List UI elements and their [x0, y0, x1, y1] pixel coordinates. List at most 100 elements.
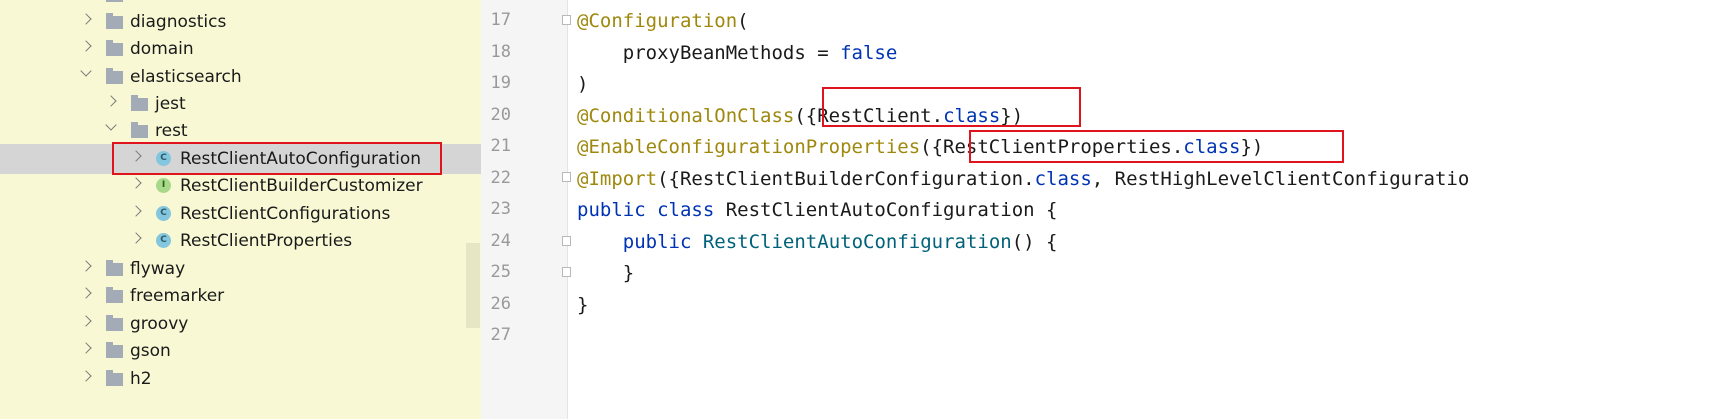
code-token: @ConditionalOnClass	[577, 105, 795, 127]
line-number-gutter: 17 18 19 20 21 22 23 24 25 26 27	[481, 0, 568, 419]
tree-item-label: groovy	[130, 314, 189, 334]
tree-item-label: h2	[130, 369, 152, 389]
tree-item-restclientproperties[interactable]: C RestClientProperties	[0, 226, 481, 256]
line-number: 24	[490, 231, 511, 251]
tree-item-groovy[interactable]: groovy	[0, 309, 481, 339]
code-editor[interactable]: @Configuration( proxyBeanMethods = false…	[577, 0, 1715, 419]
tree-item-label: RestClientProperties	[180, 231, 353, 251]
chevron-right-icon[interactable]	[80, 370, 92, 382]
fold-open-icon[interactable]	[562, 15, 571, 25]
fold-close-icon[interactable]	[562, 267, 571, 277]
code-token: class	[1034, 168, 1092, 190]
code-line: public class RestClientAutoConfiguration…	[577, 198, 1057, 222]
chevron-right-icon[interactable]	[130, 177, 142, 189]
tree-item-label: diagnostics	[130, 12, 227, 32]
tree-item-domain[interactable]: domain	[0, 34, 481, 64]
chevron-down-icon[interactable]	[80, 65, 92, 77]
code-token: ({RestClientBuilderConfiguration.	[657, 168, 1035, 190]
class-icon: C	[156, 233, 171, 248]
code-line: public RestClientAutoConfiguration() {	[577, 230, 1058, 254]
tree-item-label: gson	[130, 341, 171, 361]
tree-item-restclientbuildercustomizer[interactable]: I RestClientBuilderCustomizer	[0, 171, 481, 201]
code-token: () {	[1011, 231, 1058, 253]
line-number: 18	[490, 42, 511, 62]
fold-open-icon[interactable]	[562, 172, 571, 182]
line-number: 20	[490, 105, 511, 125]
tree-highlight-box	[112, 142, 442, 175]
tree-item-freemarker[interactable]: freemarker	[0, 281, 481, 311]
code-token: RestClientAutoConfiguration {	[714, 199, 1058, 221]
folder-icon	[106, 40, 123, 56]
code-line: @Import({RestClientBuilderConfiguration.…	[577, 167, 1469, 191]
folder-icon	[131, 122, 148, 138]
highlight-box-restclientproperties	[969, 130, 1344, 163]
class-icon: C	[156, 206, 171, 221]
chevron-right-icon[interactable]	[105, 95, 117, 107]
tree-item-label: freemarker	[130, 286, 225, 306]
tree-item-label: jest	[155, 94, 186, 114]
chevron-right-icon[interactable]	[130, 232, 142, 244]
line-number: 23	[490, 199, 511, 219]
tree-item-label: rest	[155, 121, 188, 141]
tree-item-diagnostics[interactable]: diagnostics	[0, 7, 481, 37]
line-number: 27	[490, 325, 511, 345]
tree-item-label: data	[130, 0, 168, 5]
code-line: proxyBeanMethods = false	[577, 41, 898, 65]
highlight-box-restclient	[822, 87, 1081, 127]
folder-icon	[106, 68, 123, 84]
tree-item-label: flyway	[130, 259, 186, 279]
code-token: proxyBeanMethods =	[577, 42, 841, 64]
code-line: )	[577, 72, 588, 96]
code-token: RestClientAutoConfiguration	[702, 231, 1012, 253]
project-tree-panel: data diagnostics domain elasticsearch jest re…	[0, 0, 481, 419]
tree-item-label: RestClientConfigurations	[180, 204, 391, 224]
interface-icon: I	[156, 178, 171, 193]
code-token: @EnableConfigurationProperties	[577, 136, 921, 158]
line-number: 19	[490, 73, 511, 93]
line-number: 22	[490, 168, 511, 188]
tree-item-flyway[interactable]: flyway	[0, 254, 481, 284]
line-number: 26	[490, 294, 511, 314]
tree-scrollbar-thumb[interactable]	[466, 243, 480, 328]
chevron-right-icon[interactable]	[80, 287, 92, 299]
chevron-right-icon[interactable]	[80, 40, 92, 52]
code-token: )	[577, 73, 589, 95]
folder-icon	[106, 370, 123, 386]
folder-icon	[106, 342, 123, 358]
code-line: }	[577, 293, 588, 317]
code-token: }	[577, 262, 635, 284]
chevron-down-icon[interactable]	[105, 119, 117, 131]
chevron-right-icon[interactable]	[80, 342, 92, 354]
code-token: , RestHighLevelClientConfiguratio	[1091, 168, 1470, 190]
chevron-right-icon[interactable]	[80, 260, 92, 272]
folder-icon	[131, 95, 148, 111]
tree-item-label: domain	[130, 39, 194, 59]
code-token: false	[840, 42, 898, 64]
code-token: @Import	[577, 168, 658, 190]
tree-item-elasticsearch[interactable]: elasticsearch	[0, 62, 481, 92]
chevron-right-icon[interactable]	[80, 315, 92, 327]
tree-item-restclientconfigurations[interactable]: C RestClientConfigurations	[0, 199, 481, 229]
line-number: 21	[490, 136, 511, 156]
code-token: public class	[577, 199, 715, 221]
tree-item-label: RestClientBuilderCustomizer	[180, 176, 423, 196]
folder-icon	[106, 287, 123, 303]
tree-item-label: elasticsearch	[130, 67, 242, 87]
line-number: 25	[490, 262, 511, 282]
fold-open-icon[interactable]	[562, 236, 571, 246]
folder-icon	[106, 0, 123, 2]
tree-item-h2[interactable]: h2	[0, 364, 481, 394]
code-token: }	[577, 294, 589, 316]
code-token: @Configuration	[577, 10, 738, 32]
folder-icon	[106, 13, 123, 29]
folder-icon	[106, 260, 123, 276]
tree-item-jest[interactable]: jest	[0, 89, 481, 119]
chevron-right-icon[interactable]	[130, 205, 142, 217]
code-token: (	[737, 10, 749, 32]
line-number: 17	[490, 10, 511, 30]
code-line: }	[577, 261, 634, 285]
tree-item-gson[interactable]: gson	[0, 336, 481, 366]
chevron-right-icon[interactable]	[80, 13, 92, 25]
